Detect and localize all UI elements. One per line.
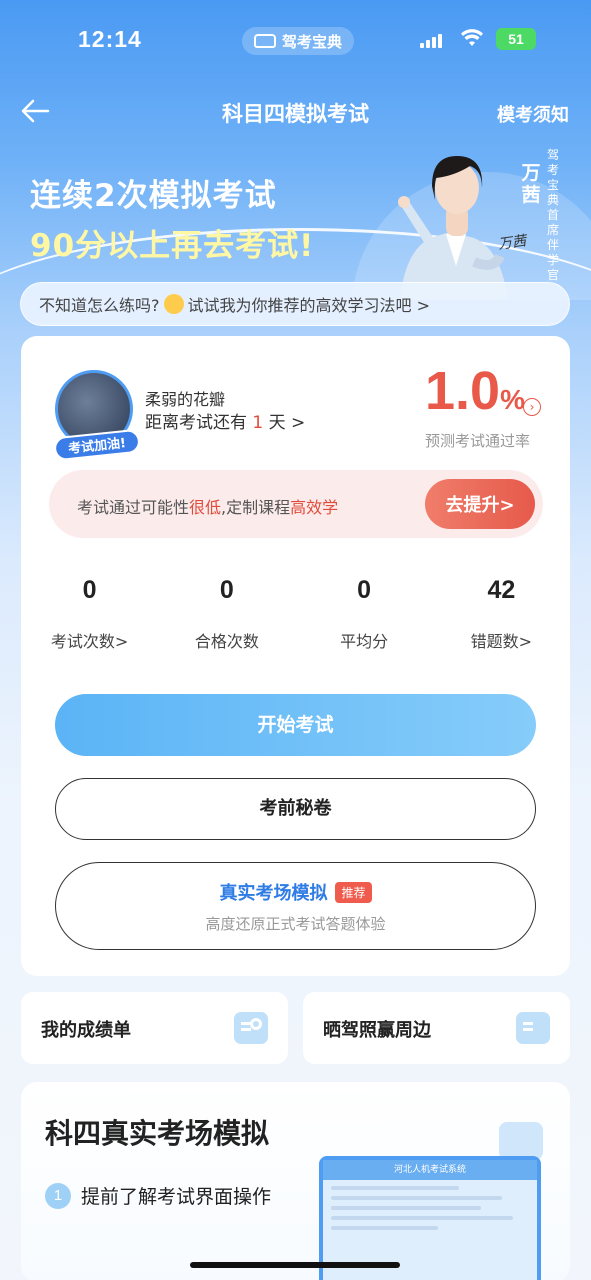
promo-banner: 连续2次模拟考试 90分以上再去考试! 万茜 驾考宝典首席伴学官 万茜 — [0, 140, 591, 300]
report-search-icon — [234, 1012, 268, 1044]
app-pill-label: 驾考宝典 — [281, 32, 342, 51]
pass-rate-unit: % — [500, 384, 525, 415]
battery-icon: 51 — [496, 28, 536, 50]
status-time: 12:14 — [78, 26, 142, 52]
pass-rate-detail-icon[interactable]: › — [523, 398, 541, 416]
secret-paper-button[interactable]: 考前秘卷 — [55, 778, 536, 840]
alert-text-low: 很低 — [189, 498, 222, 517]
exam-notice-link[interactable]: 模考须知 — [497, 101, 569, 127]
start-exam-button[interactable]: 开始考试 — [55, 694, 536, 756]
stat-pass-count: 0 合格次数 — [158, 576, 295, 652]
smile-emoji-icon — [163, 294, 184, 314]
spokesperson-signature: 万茜 — [497, 233, 528, 253]
exam-summary-card: 考试加油! 柔弱的花瓣 距离考试还有 1 天 > 1.0% › 预测考试通过率 … — [21, 336, 570, 976]
alert-text-efficient: 高效学 — [290, 498, 339, 517]
tip-text-link: 试试我为你推荐的高效学习法吧 > — [187, 296, 431, 315]
step-number: 1 — [45, 1182, 71, 1209]
stat-value: 0 — [219, 576, 234, 604]
wifi-icon — [461, 29, 483, 46]
stat-label: 错题数> — [470, 632, 533, 651]
real-exam-sim-section[interactable]: 科四真实考场模拟 1 提前了解考试界面操作 河北人机考试系统 — [21, 1082, 570, 1280]
countdown-days: 1 — [252, 413, 264, 433]
sim-section-title: 科四真实考场模拟 — [45, 1117, 270, 1150]
avatar[interactable]: 考试加油! — [52, 370, 142, 462]
real-exam-simulation-button[interactable]: 真实考场模拟 推荐 高度还原正式考试答题体验 — [55, 862, 536, 950]
home-indicator — [190, 1262, 400, 1268]
step-text: 提前了解考试界面操作 — [81, 1186, 272, 1208]
banner-headline-2: 90分以上再去考试! — [30, 228, 315, 264]
pass-rate-label: 预测考试通过率 — [425, 432, 531, 450]
pass-rate-value: 1.0% — [425, 360, 525, 422]
countdown-prefix: 距离考试还有 — [145, 413, 253, 433]
spokesperson-image — [398, 156, 508, 300]
spokesperson-name: 万茜 — [521, 162, 541, 206]
id-card-icon — [516, 1012, 550, 1044]
my-report-label: 我的成绩单 — [41, 1020, 131, 1041]
pass-rate-number: 1.0 — [425, 361, 501, 421]
cellular-signal-icon — [420, 32, 442, 48]
study-tip-bar[interactable]: 不知道怎么练吗? 试试我为你推荐的高效学习法吧 > — [20, 282, 570, 326]
app-pill[interactable]: 驾考宝典 — [242, 27, 354, 55]
battery-level: 51 — [508, 31, 524, 47]
car-icon — [253, 34, 276, 48]
pass-probability-alert: 考试通过可能性很低,定制课程高效学 去提升> — [49, 470, 543, 538]
user-name: 柔弱的花瓣 — [145, 390, 226, 409]
stat-average-score: 0 平均分 — [296, 576, 433, 652]
checkmark-icon — [499, 1122, 543, 1160]
sim-title-text: 真实考场模拟 — [219, 883, 328, 904]
my-report-card[interactable]: 我的成绩单 — [21, 992, 288, 1064]
spokesperson-title: 驾考宝典首席伴学官 — [546, 148, 559, 282]
stat-value: 42 — [487, 576, 516, 604]
exam-countdown[interactable]: 距离考试还有 1 天 > — [145, 408, 305, 433]
banner-headline-1: 连续2次模拟考试 — [30, 178, 277, 214]
alert-text-3: ,定制课程 — [221, 498, 291, 517]
sim-step-1: 1 提前了解考试界面操作 — [45, 1182, 271, 1209]
status-bar: 12:14 驾考宝典 51 — [0, 0, 591, 84]
countdown-suffix: 天 > — [263, 413, 306, 433]
stat-value: 0 — [82, 576, 97, 604]
sim-subtitle: 高度还原正式考试答题体验 — [205, 915, 386, 933]
stat-label: 考试次数> — [50, 632, 129, 651]
preview-header: 河北人机考试系统 — [323, 1160, 537, 1180]
share-license-label: 晒驾照赢周边 — [323, 1020, 431, 1041]
boost-button[interactable]: 去提升> — [425, 479, 535, 529]
nav-bar: 科目四模拟考试 模考须知 — [0, 84, 591, 140]
sim-title: 真实考场模拟 推荐 — [219, 879, 372, 905]
stat-label: 平均分 — [340, 632, 389, 651]
exam-stats: 0 考试次数> 0 合格次数 0 平均分 42 错题数> — [21, 576, 570, 652]
tip-text-prefix: 不知道怎么练吗? — [39, 296, 160, 315]
stat-label: 合格次数 — [194, 632, 259, 651]
recommend-badge: 推荐 — [335, 881, 372, 903]
share-license-card[interactable]: 晒驾照赢周边 — [303, 992, 570, 1064]
stat-wrong-questions[interactable]: 42 错题数> — [433, 576, 570, 652]
stat-exam-count[interactable]: 0 考试次数> — [21, 576, 158, 652]
stat-value: 0 — [357, 576, 372, 604]
alert-text: 考试通过可能性很低,定制课程高效学 — [77, 494, 338, 518]
alert-text-1: 考试通过可能性 — [77, 498, 190, 517]
avatar-badge: 考试加油! — [52, 428, 142, 462]
